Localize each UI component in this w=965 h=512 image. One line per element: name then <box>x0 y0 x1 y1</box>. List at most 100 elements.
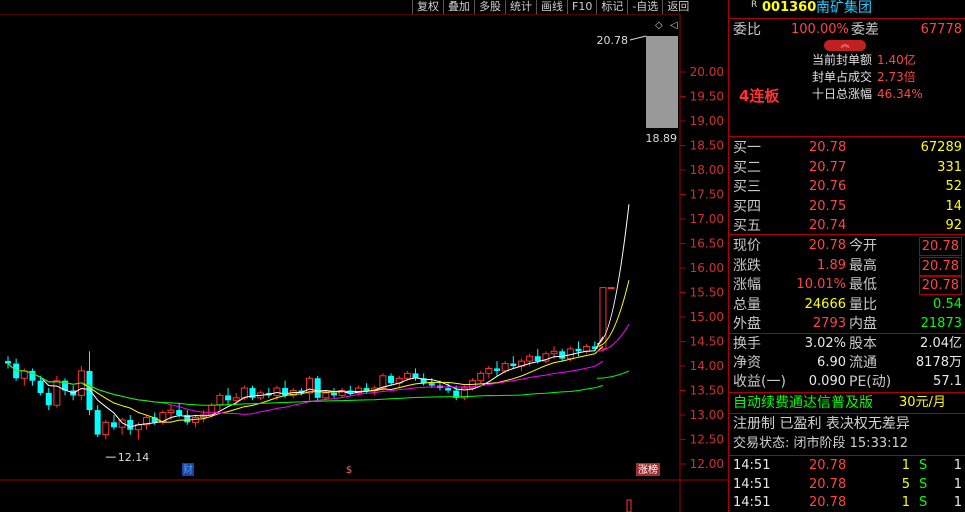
seal-stat-label: 当前封单额 <box>811 53 872 67</box>
bid-volume: 52 <box>945 179 962 194</box>
bid-label: 买三 <box>733 179 761 195</box>
collapse-icon[interactable]: ︽ <box>824 40 866 51</box>
candle[interactable] <box>460 385 468 401</box>
candle[interactable] <box>542 351 550 364</box>
candle[interactable] <box>29 368 36 386</box>
quote-row: 总量 24666 量比 0.54 <box>729 295 965 315</box>
candle[interactable] <box>62 378 69 396</box>
triangle-icon[interactable]: ◁ <box>670 20 678 31</box>
candle[interactable] <box>45 388 52 411</box>
candle[interactable] <box>53 375 61 408</box>
candle[interactable] <box>143 415 151 430</box>
preview-bottom-label: 18.89 <box>646 132 678 145</box>
bid-label: 买二 <box>733 159 761 176</box>
candle[interactable] <box>494 361 500 376</box>
ma-tail <box>596 370 630 379</box>
toolbar-button-7[interactable]: -自选 <box>627 0 662 14</box>
bid-row[interactable]: 买一 20.78 67289 <box>729 138 965 158</box>
fund-value: 2.04亿 <box>920 336 962 351</box>
toolbar-button-0[interactable]: 复权 <box>412 0 443 14</box>
promo-price[interactable]: 30元/月 <box>899 393 946 413</box>
price-preview-block <box>646 36 678 128</box>
event-marker[interactable]: $ <box>346 465 352 476</box>
event-marker[interactable]: 财 <box>183 463 193 476</box>
candle[interactable] <box>94 405 101 438</box>
candle[interactable] <box>338 388 346 398</box>
quote-value: 1.89 <box>817 257 846 273</box>
candle[interactable] <box>575 341 582 357</box>
tick-volume: 1 <box>901 495 910 510</box>
quote-value: 21873 <box>920 316 962 331</box>
tick-price: 20.78 <box>809 458 847 473</box>
y-tick-label: 12.00 <box>690 457 724 471</box>
toolbar-button-2[interactable]: 多股 <box>474 0 505 14</box>
candle[interactable] <box>191 415 199 428</box>
candle[interactable] <box>102 419 110 440</box>
fund-label: 净资 <box>733 355 761 371</box>
seal-stat-value: 2.73倍 <box>877 70 916 84</box>
candle[interactable] <box>249 385 256 401</box>
fund-value: 6.90 <box>817 355 846 370</box>
quote-panel: R 001360 南矿集团 委比 100.00% 委差 67778 ︽ 4连板 … <box>728 0 965 512</box>
candle[interactable] <box>412 368 419 381</box>
event-marker[interactable]: 涨榜 <box>638 463 658 476</box>
candle[interactable] <box>477 370 485 384</box>
fund-label: PE(动) <box>849 374 892 390</box>
y-tick-label: 15.50 <box>690 286 724 300</box>
bid-label: 买四 <box>733 198 761 215</box>
candle[interactable] <box>517 358 525 371</box>
candle[interactable] <box>559 348 566 362</box>
quote-label: 内盘 <box>849 316 877 332</box>
candle[interactable] <box>388 373 395 386</box>
quote-value: 20.78 <box>918 237 962 256</box>
candle[interactable] <box>5 356 11 369</box>
candle[interactable] <box>306 375 314 401</box>
bid-row[interactable]: 买二 20.77 331 <box>729 158 965 178</box>
toolbar-button-3[interactable]: 统计 <box>505 0 536 14</box>
bid-price: 20.75 <box>809 198 847 214</box>
toolbar: 复权 叠加 多股 统计 画线 F10 标记 -自选 返回 <box>412 0 728 14</box>
bid-volume: 331 <box>937 159 962 175</box>
candle[interactable] <box>225 388 232 406</box>
toolbar-button-1[interactable]: 叠加 <box>443 0 474 14</box>
diamond-icon[interactable]: ◇ <box>655 20 663 31</box>
kline-svg[interactable]: 20.00 19.50 19.00 18.50 18.00 17.50 17.00 16.50… <box>0 14 728 512</box>
toolbar-button-6[interactable]: 标记 <box>596 0 627 14</box>
bid-price: 20.78 <box>809 140 847 155</box>
candle[interactable] <box>485 366 493 379</box>
seal-stat-label: 封单占成交 <box>811 70 872 84</box>
promo-row[interactable]: 自动续费通达信普及版 30元/月 <box>729 393 965 413</box>
bid-price: 20.74 <box>809 218 847 233</box>
tick-side: S <box>919 458 928 473</box>
promo-text[interactable]: 自动续费通达信普及版 <box>733 393 873 413</box>
ratio-value: 100.00% <box>791 22 849 37</box>
candle[interactable] <box>607 287 615 290</box>
candle[interactable] <box>127 415 134 435</box>
toolbar-button-4[interactable]: 画线 <box>536 0 567 14</box>
candle[interactable] <box>265 388 272 398</box>
candle[interactable] <box>331 388 337 398</box>
quote-value: 20.78 <box>918 256 962 276</box>
ratio-label: 委比 <box>733 22 761 38</box>
candle[interactable] <box>510 356 517 369</box>
candle[interactable] <box>240 385 248 401</box>
kline-chart[interactable]: 20.00 19.50 19.00 18.50 18.00 17.50 17.00 16.50… <box>0 14 728 512</box>
toolbar-button-5[interactable]: F10 <box>567 0 596 14</box>
candle[interactable] <box>86 351 93 415</box>
bid-volume: 67289 <box>920 140 962 155</box>
candle[interactable] <box>184 410 191 425</box>
candle[interactable] <box>314 375 321 401</box>
candle[interactable] <box>216 392 224 411</box>
y-tick-label: 18.50 <box>690 139 724 153</box>
candle[interactable] <box>583 343 591 354</box>
bid-row[interactable]: 买三 20.76 52 <box>729 177 965 197</box>
y-tick-label: 14.50 <box>690 335 724 349</box>
toolbar-button-8[interactable]: 返回 <box>662 0 693 14</box>
quote-label: 涨跌 <box>733 257 761 274</box>
bid-row[interactable]: 买四 20.75 14 <box>729 197 965 217</box>
diff-label: 委差 <box>851 22 879 38</box>
fund-row: 换手 3.02% 股本 2.04亿 <box>729 334 965 354</box>
bid-row[interactable]: 买五 20.74 92 <box>729 216 965 236</box>
candle[interactable] <box>110 415 117 430</box>
quote-row: 现价 20.78 今开 20.78 <box>729 236 965 256</box>
